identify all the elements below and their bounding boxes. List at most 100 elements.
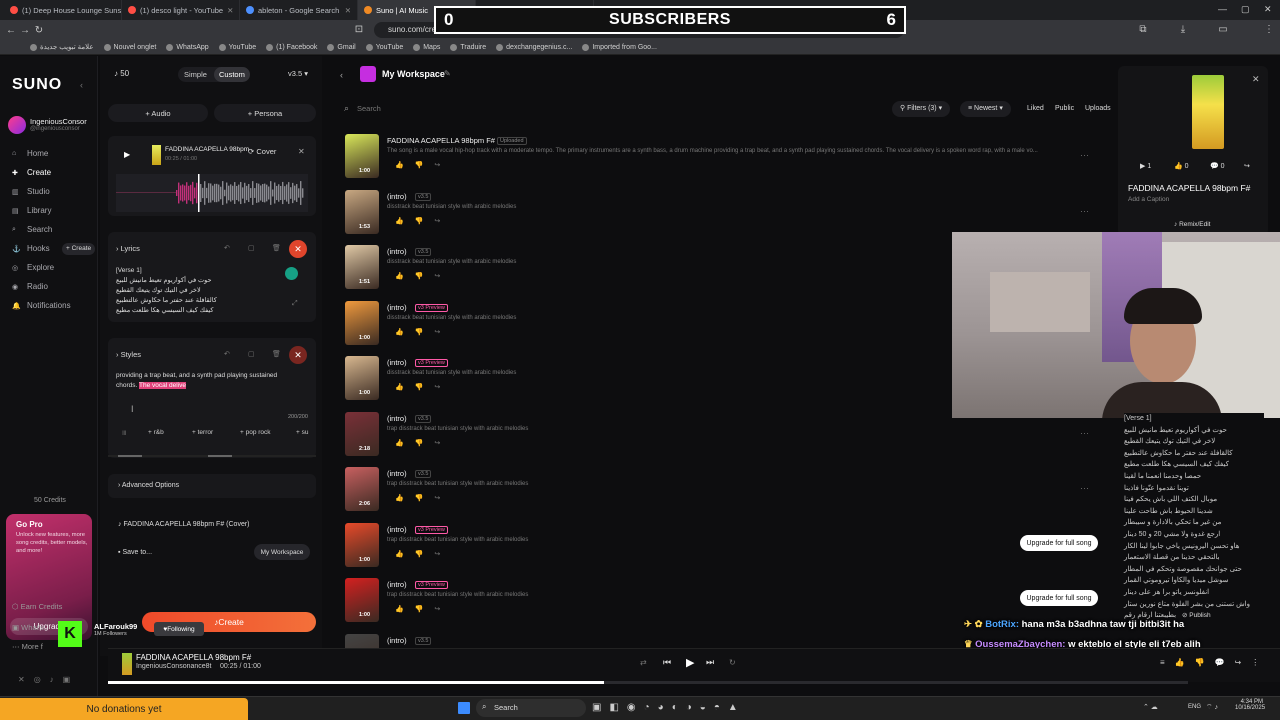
sort-button[interactable]: ≡ Newest ▾ (960, 101, 1011, 117)
song-title[interactable]: (intro) (387, 358, 407, 367)
lyrics-magic-button[interactable]: ✕ (289, 240, 307, 258)
social-icons[interactable]: ✕◎♪▣ (18, 675, 79, 684)
bookmark-item[interactable]: Traduire (450, 43, 486, 51)
sidepanel-icon[interactable]: ▭ (1216, 24, 1230, 35)
bookmark-item[interactable]: Gmail (327, 43, 356, 51)
add-audio-button[interactable]: + Audio (108, 104, 208, 122)
add-persona-button[interactable]: + Persona (214, 104, 316, 122)
song-title[interactable]: (intro) (387, 414, 407, 423)
repeat-icon[interactable]: ↻ (729, 658, 736, 667)
search-bar[interactable]: ⌕ Search (338, 100, 888, 118)
play-icon[interactable]: ▶ (686, 656, 694, 669)
mode-custom[interactable]: Custom (214, 67, 250, 82)
upgrade-full-song-button-1[interactable]: Upgrade for full song (1020, 535, 1098, 551)
style-tag[interactable]: + r&b (148, 429, 164, 436)
song-action-icons[interactable]: 👍👎↪ (395, 272, 451, 280)
nav-item-create[interactable]: ✚ Create (12, 168, 51, 177)
extensions-icon[interactable]: ⧉ (1136, 24, 1150, 35)
search-input[interactable]: Search (357, 104, 381, 113)
browser-tab[interactable]: (1) Deep House Lounge Sunset | Chi✕ (4, 0, 122, 20)
tags-scroll-icon[interactable]: Ⅲ (122, 429, 126, 437)
tray-clock[interactable]: 4:34 PM 10/16/2025 (1235, 699, 1265, 711)
nav-item-studio[interactable]: ▥ Studio (12, 187, 50, 196)
forward-icon[interactable]: → (18, 25, 32, 36)
song-title[interactable]: FADDINA ACAPELLA 98bpm F# (387, 136, 495, 145)
grammarly-icon[interactable] (285, 267, 298, 280)
detail-close-icon[interactable]: ✕ (1252, 74, 1260, 85)
styles-copy-icon[interactable]: ▢ (248, 350, 255, 358)
detail-like[interactable]: 👍 0 (1174, 162, 1189, 170)
song-action-icons[interactable]: 👍👎↪ (395, 217, 451, 225)
uploads-filter[interactable]: Uploads (1085, 105, 1111, 112)
song-title-field[interactable]: ♪ FADDINA ACAPELLA 98bpm F# (Cover) (118, 521, 250, 528)
next-icon[interactable]: ⏭ (706, 657, 714, 668)
site-info-icon[interactable]: ⊡ (352, 24, 366, 35)
earn-credits-link[interactable]: ⬡ Earn Credits (12, 602, 62, 611)
song-row[interactable]: 1:00 FADDINA ACAPELLA 98bpm F# Uploaded The… (345, 132, 1105, 184)
tags-scrollbar[interactable] (108, 455, 316, 457)
taskbar-app-icons[interactable]: ▣◧◉◔◕◐◑◒◓▲ (592, 702, 746, 713)
expand-icon[interactable]: ⤢ (292, 300, 298, 308)
style-tag[interactable]: + pop rock (240, 429, 271, 436)
tray-icons[interactable]: ⌃ ☁ (1143, 703, 1158, 711)
song-title[interactable]: (intro) (387, 636, 407, 645)
maximize-button[interactable]: ▢ (1241, 4, 1250, 15)
following-button[interactable]: ♥ Following (154, 622, 204, 636)
lyrics-textarea[interactable]: [Verse 1] حوت في أكواريوم تعيط مانيش للبي… (116, 266, 286, 316)
undo-icon[interactable]: ↶ (224, 244, 230, 252)
song-action-icons[interactable]: 👍👎↪ (395, 550, 451, 558)
tab-close-icon[interactable]: ✕ (227, 6, 233, 15)
bookmark-item[interactable]: dexchangegenius.c... (496, 43, 572, 51)
styles-delete-icon[interactable]: 🗑 (272, 350, 281, 358)
clip-play-icon[interactable]: ▶ (124, 150, 130, 159)
tab-close-icon[interactable]: ✕ (345, 6, 351, 15)
progress-track[interactable] (108, 681, 1188, 684)
edit-icon[interactable]: ✎ (444, 69, 451, 78)
shuffle-icon[interactable]: ⇄ (640, 658, 647, 667)
song-more-icon[interactable]: ⋯ (1080, 483, 1089, 494)
song-title[interactable]: (intro) (387, 247, 407, 256)
styles-undo-icon[interactable]: ↶ (224, 350, 230, 358)
song-action-icons[interactable]: 👍👎↪ (395, 605, 451, 613)
delete-icon[interactable]: 🗑 (272, 244, 281, 252)
song-title[interactable]: (intro) (387, 525, 407, 534)
playhead[interactable] (198, 174, 200, 212)
cover-toggle[interactable]: ⟳ Cover (248, 147, 276, 156)
close-window-button[interactable]: ✕ (1264, 4, 1272, 15)
detail-play[interactable]: ▶ 1 (1140, 162, 1151, 170)
song-row[interactable]: 1:00 (intro) v3 Preview trap disstrack beat… (345, 521, 1105, 573)
bookmark-item[interactable]: YouTube (218, 43, 256, 51)
song-action-icons[interactable]: 👍👎↪ (395, 383, 451, 391)
bookmark-item[interactable]: Imported from Goo... (582, 43, 657, 51)
suno-logo[interactable]: SUNO (12, 76, 62, 94)
nav-item-search[interactable]: ⌕ Search (12, 225, 52, 234)
bookmark-item[interactable]: YouTube (365, 43, 403, 51)
workspace-back-icon[interactable]: ‹ (340, 70, 343, 80)
styles-textarea[interactable]: providing a trap beat, and a synth pad p… (116, 371, 286, 391)
tags-scroll-thumb[interactable] (118, 455, 142, 457)
download-icon[interactable]: ⤓ (1176, 24, 1190, 35)
filters-button[interactable]: ⚲ Filters (3) ▾ (892, 101, 951, 117)
share-icon[interactable]: ↪ (1244, 162, 1250, 170)
upgrade-full-song-button-2[interactable]: Upgrade for full song (1020, 590, 1098, 606)
language[interactable]: ENG (1188, 704, 1201, 710)
song-action-icons[interactable]: 👍👎↪ (395, 439, 451, 447)
styles-magic-button[interactable]: ✕ (289, 346, 307, 364)
detail-comment[interactable]: 💬 0 (1210, 162, 1225, 170)
public-filter[interactable]: Public (1055, 105, 1074, 112)
browser-tab[interactable]: ableton - Google Search ✕ (240, 0, 358, 20)
remix-button[interactable]: ♪ Remix/Edit (1174, 221, 1211, 228)
previous-icon[interactable]: ⏮ (663, 657, 671, 668)
advanced-options[interactable]: › Advanced Options (108, 474, 316, 498)
back-icon[interactable]: ← (4, 25, 18, 36)
song-row[interactable]: 2:06 (intro) v3.5 trap disstrack beat tunis… (345, 465, 1105, 517)
taskbar-search[interactable]: ⌕ Search (476, 699, 586, 717)
bookmark-item[interactable]: (1) Facebook (266, 43, 317, 51)
copy-icon[interactable]: ▢ (248, 244, 255, 252)
tags-scroll-thumb-2[interactable] (208, 455, 232, 457)
style-tag[interactable]: + terror (192, 429, 213, 436)
avatar[interactable] (8, 116, 26, 134)
song-title[interactable]: (intro) (387, 469, 407, 478)
menu-icon[interactable]: ⋮ (1262, 24, 1276, 35)
windows-start-icon[interactable] (458, 702, 470, 714)
